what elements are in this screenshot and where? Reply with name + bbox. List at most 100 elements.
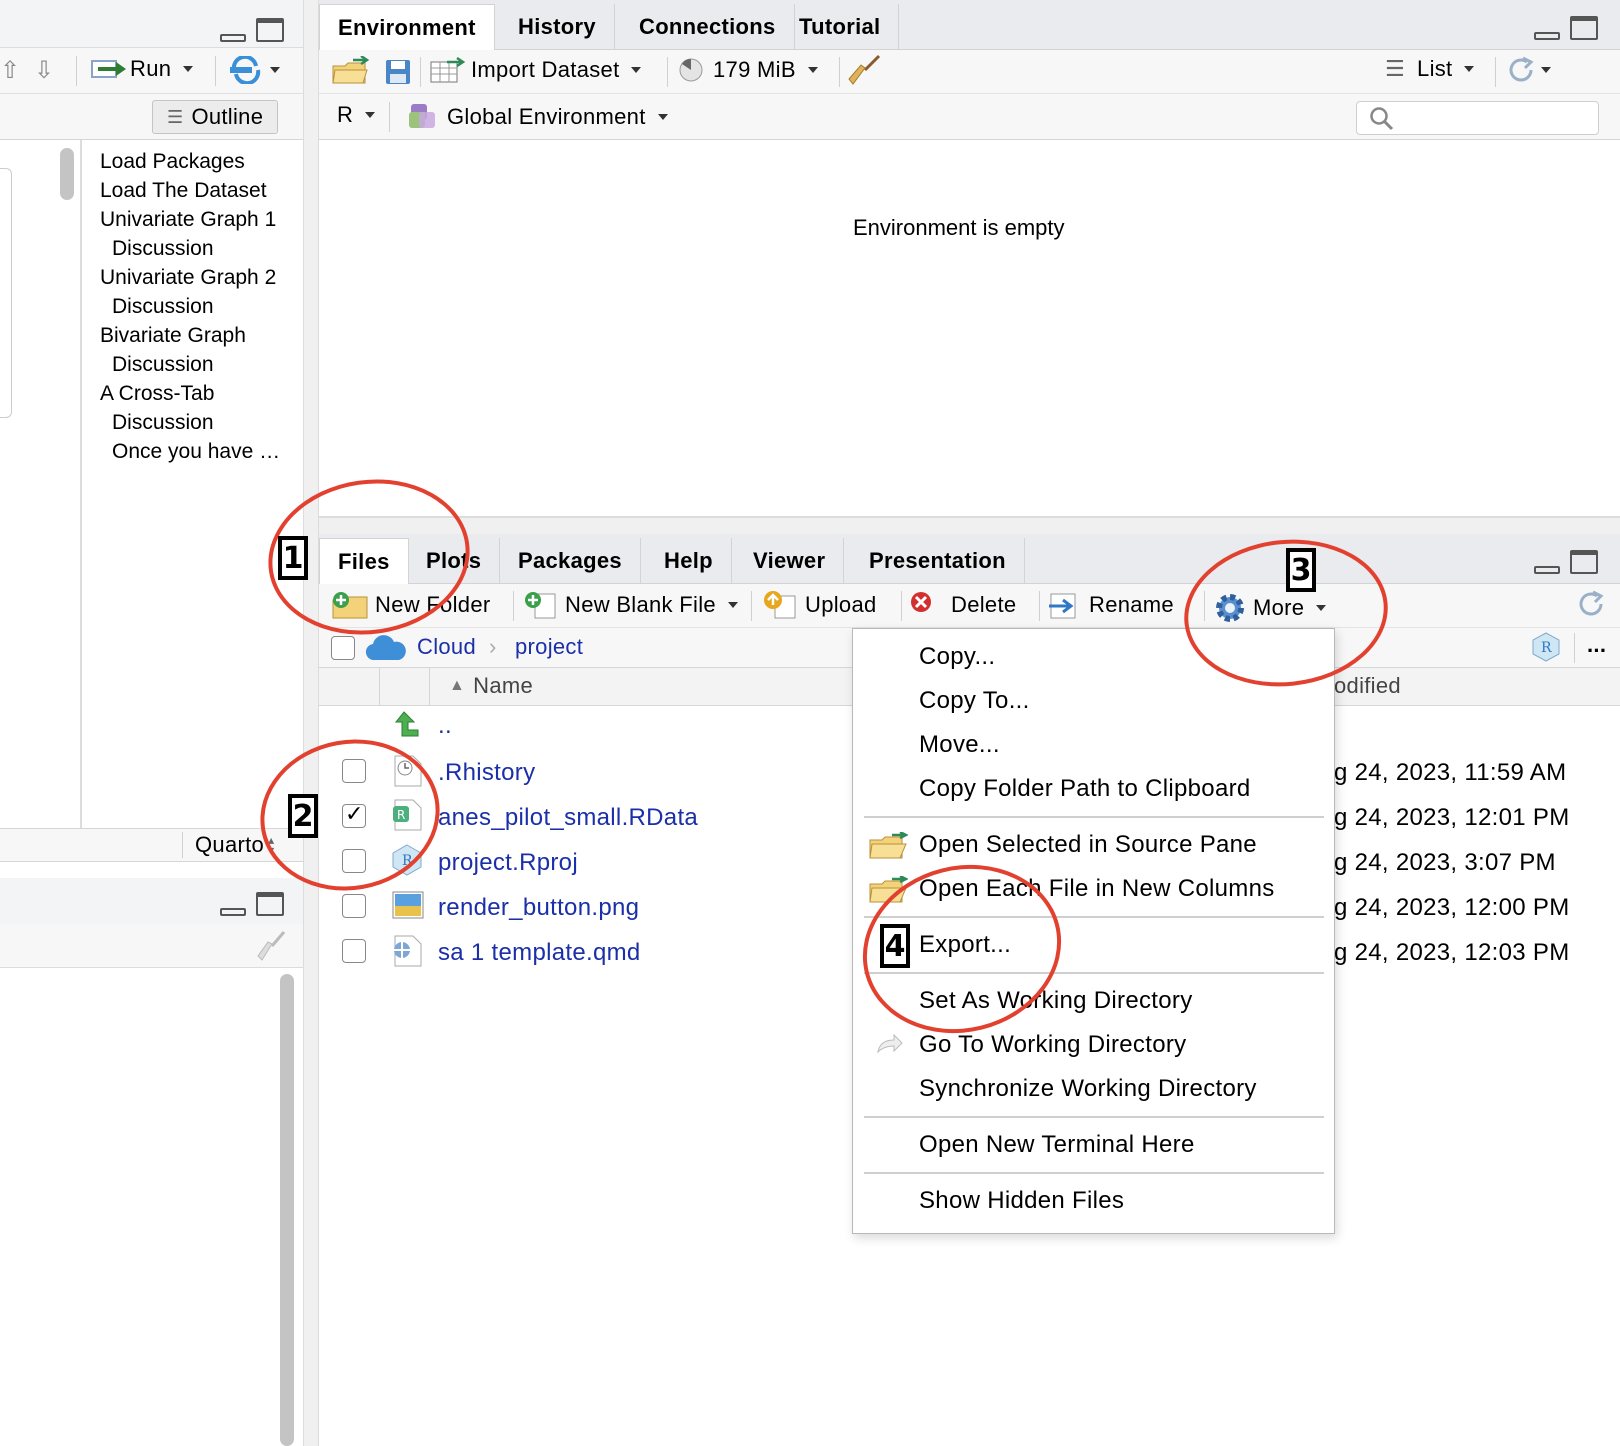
tab-viewer[interactable]: Viewer xyxy=(735,538,845,584)
file-name[interactable]: project.Rproj xyxy=(438,849,578,877)
column-modified-header[interactable]: odified xyxy=(1334,673,1401,699)
file-checkbox[interactable] xyxy=(342,894,366,918)
pie-chart-icon xyxy=(679,58,703,82)
maximize-pane-icon[interactable] xyxy=(1570,16,1598,40)
memory-usage-button[interactable]: 179 MiB xyxy=(677,56,818,84)
tab-history[interactable]: History xyxy=(500,4,615,50)
editor-scrollbar[interactable] xyxy=(60,148,74,200)
tab-tutorial[interactable]: Tutorial xyxy=(781,4,900,50)
outline-item[interactable]: Discussion xyxy=(112,411,214,435)
chevron-down-icon xyxy=(270,67,280,73)
minimize-pane-icon[interactable] xyxy=(1534,32,1560,40)
file-name[interactable]: .Rhistory xyxy=(438,759,535,787)
arrow-up-icon[interactable]: ⇧ xyxy=(0,56,20,85)
refresh-icon xyxy=(1509,56,1534,82)
menu-item-show-hidden-files[interactable]: Show Hidden Files xyxy=(919,1187,1124,1215)
outline-item[interactable]: Univariate Graph 2 xyxy=(100,266,276,290)
tab-help[interactable]: Help xyxy=(646,538,732,584)
refresh-icon[interactable] xyxy=(1575,588,1607,620)
rename-label: Rename xyxy=(1089,592,1174,617)
breadcrumb-project[interactable]: project xyxy=(515,634,583,660)
save-icon[interactable] xyxy=(384,58,412,86)
broom-icon[interactable] xyxy=(254,930,290,962)
minimize-pane-icon[interactable] xyxy=(220,34,246,42)
file-name[interactable]: sa 1 template.qmd xyxy=(438,939,641,967)
environment-search-input[interactable] xyxy=(1356,101,1599,135)
tab-environment[interactable]: Environment xyxy=(319,4,495,50)
run-button[interactable]: Run xyxy=(90,56,194,82)
menu-item-copy-to[interactable]: Copy To... xyxy=(919,687,1030,715)
files-toolbar: New Folder New Blank File Upload Delete … xyxy=(319,584,1620,628)
code-editor[interactable] xyxy=(0,140,82,828)
outline-item[interactable]: A Cross-Tab xyxy=(100,382,214,406)
language-label: R xyxy=(337,102,354,127)
breadcrumb-cloud[interactable]: Cloud xyxy=(417,634,476,660)
file-checkbox[interactable] xyxy=(342,939,366,963)
horizontal-splitter[interactable] xyxy=(319,518,1620,534)
run-label: Run xyxy=(130,56,172,81)
outline-item[interactable]: Discussion xyxy=(112,353,214,377)
file-name[interactable]: anes_pilot_small.RData xyxy=(438,804,698,832)
outline-item[interactable]: Load Packages xyxy=(100,150,245,174)
parent-directory-link[interactable]: .. xyxy=(438,712,452,740)
tab-packages[interactable]: Packages xyxy=(500,538,641,584)
doc-type-selector[interactable]: Quarto ▴ ▾ xyxy=(182,832,274,858)
memory-label: 179 MiB xyxy=(713,57,796,82)
maximize-pane-icon[interactable] xyxy=(256,18,284,42)
parent-directory-icon[interactable] xyxy=(390,710,420,740)
more-options-button[interactable]: ... xyxy=(1587,632,1606,658)
vertical-splitter[interactable] xyxy=(303,0,319,1446)
rerun-button[interactable] xyxy=(228,56,280,84)
arrow-down-icon[interactable]: ⇩ xyxy=(34,56,54,85)
menu-item-copy-folder-path[interactable]: Copy Folder Path to Clipboard xyxy=(919,775,1251,803)
tab-presentation[interactable]: Presentation xyxy=(851,538,1025,584)
chevron-down-icon xyxy=(183,66,194,72)
maximize-pane-icon[interactable] xyxy=(1570,550,1598,574)
scope-selector[interactable]: Global Environment xyxy=(407,102,668,132)
new-blank-file-button[interactable]: New Blank File xyxy=(523,590,738,620)
annotation-number: 3 xyxy=(1286,548,1316,592)
import-dataset-button[interactable]: Import Dataset xyxy=(429,56,642,84)
outline-bar: ☰ Outline xyxy=(0,94,303,140)
tab-connections[interactable]: Connections xyxy=(621,4,795,50)
column-name-header[interactable]: ▲ Name xyxy=(449,673,533,699)
outline-item[interactable]: Bivariate Graph xyxy=(100,324,246,348)
maximize-pane-icon[interactable] xyxy=(256,892,284,916)
upload-button[interactable]: Upload xyxy=(763,590,877,620)
chevron-down-icon xyxy=(631,67,642,73)
open-folder-icon[interactable] xyxy=(331,56,371,86)
outline-item[interactable]: Univariate Graph 1 xyxy=(100,208,276,232)
view-mode-button[interactable]: ☰ List xyxy=(1385,56,1475,82)
outline-button[interactable]: ☰ Outline xyxy=(152,100,279,134)
rename-button[interactable]: Rename xyxy=(1047,590,1174,620)
delete-button[interactable]: Delete xyxy=(909,590,1016,620)
outline-item[interactable]: Discussion xyxy=(112,295,214,319)
file-name[interactable]: render_button.png xyxy=(438,894,639,922)
menu-item-sync-working-dir[interactable]: Synchronize Working Directory xyxy=(919,1075,1257,1103)
rproj-icon[interactable]: R xyxy=(1531,632,1561,662)
broom-icon[interactable] xyxy=(847,54,883,86)
outline-item[interactable]: Once you have … xyxy=(112,440,280,464)
menu-item-open-in-source[interactable]: Open Selected in Source Pane xyxy=(919,831,1257,859)
outline-item[interactable]: Discussion xyxy=(112,237,214,261)
sort-ascending-icon: ▲ xyxy=(449,677,466,694)
image-file-icon xyxy=(392,891,424,919)
language-selector[interactable]: R xyxy=(337,102,376,128)
view-mode-label: List xyxy=(1417,56,1453,81)
outline-item[interactable]: Load The Dataset xyxy=(100,179,267,203)
minimize-pane-icon[interactable] xyxy=(1534,566,1560,574)
column-name-label: Name xyxy=(473,673,534,698)
select-all-checkbox[interactable] xyxy=(331,636,355,660)
console[interactable] xyxy=(0,968,303,1446)
refresh-button[interactable] xyxy=(1505,54,1551,86)
file-modified: g 24, 2023, 12:03 PM xyxy=(1334,939,1570,966)
menu-item-go-to-working-dir[interactable]: Go To Working Directory xyxy=(919,1031,1186,1059)
menu-item-open-terminal[interactable]: Open New Terminal Here xyxy=(919,1131,1195,1159)
delete-icon xyxy=(911,592,931,612)
menu-item-move[interactable]: Move... xyxy=(919,731,1000,759)
console-scrollbar[interactable] xyxy=(280,974,294,1446)
minimize-pane-icon[interactable] xyxy=(220,908,246,916)
go-to-arrow-icon xyxy=(877,1033,903,1054)
menu-item-copy[interactable]: Copy... xyxy=(919,643,995,671)
table-icon xyxy=(430,56,466,83)
